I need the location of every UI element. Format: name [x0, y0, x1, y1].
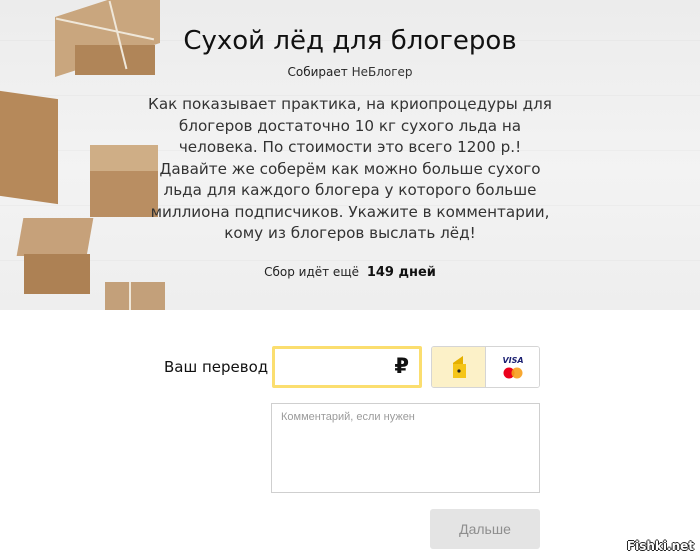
payment-method-selector: VISA: [431, 346, 540, 388]
visa-mastercard-icon: VISA: [502, 356, 524, 379]
visa-label: VISA: [502, 356, 523, 365]
gift-box-illustration: [105, 282, 167, 310]
ruble-icon: ₽: [394, 354, 409, 378]
campaign-hero: Сухой лёд для блогеров Собирает НеБлогер…: [0, 0, 700, 310]
gift-box-illustration: [16, 218, 94, 296]
watermark: Fishki.net: [626, 539, 694, 553]
deadline-label: Сбор идёт ещё: [264, 265, 359, 279]
author-prefix: Собирает: [287, 65, 348, 79]
amount-input[interactable]: [281, 353, 381, 381]
yandex-money-wallet-icon: [453, 356, 466, 378]
amount-field[interactable]: ₽: [272, 346, 422, 388]
deadline-value: 149 дней: [366, 265, 436, 280]
payment-method-card[interactable]: VISA: [486, 347, 539, 387]
campaign-deadline: Сбор идёт ещё 149 дней: [0, 265, 700, 280]
author-name[interactable]: НеБлогер: [352, 65, 413, 79]
comment-textarea[interactable]: [271, 403, 540, 493]
payment-method-wallet[interactable]: [432, 347, 486, 387]
campaign-author: Собирает НеБлогер: [0, 65, 700, 79]
next-button[interactable]: Дальше: [430, 509, 540, 549]
campaign-description: Как показывает практика, на криопроцедур…: [148, 95, 552, 242]
amount-label: Ваш перевод: [164, 358, 269, 376]
gift-box-illustration: [0, 90, 62, 205]
campaign-title: Сухой лёд для блогеров: [183, 26, 517, 56]
